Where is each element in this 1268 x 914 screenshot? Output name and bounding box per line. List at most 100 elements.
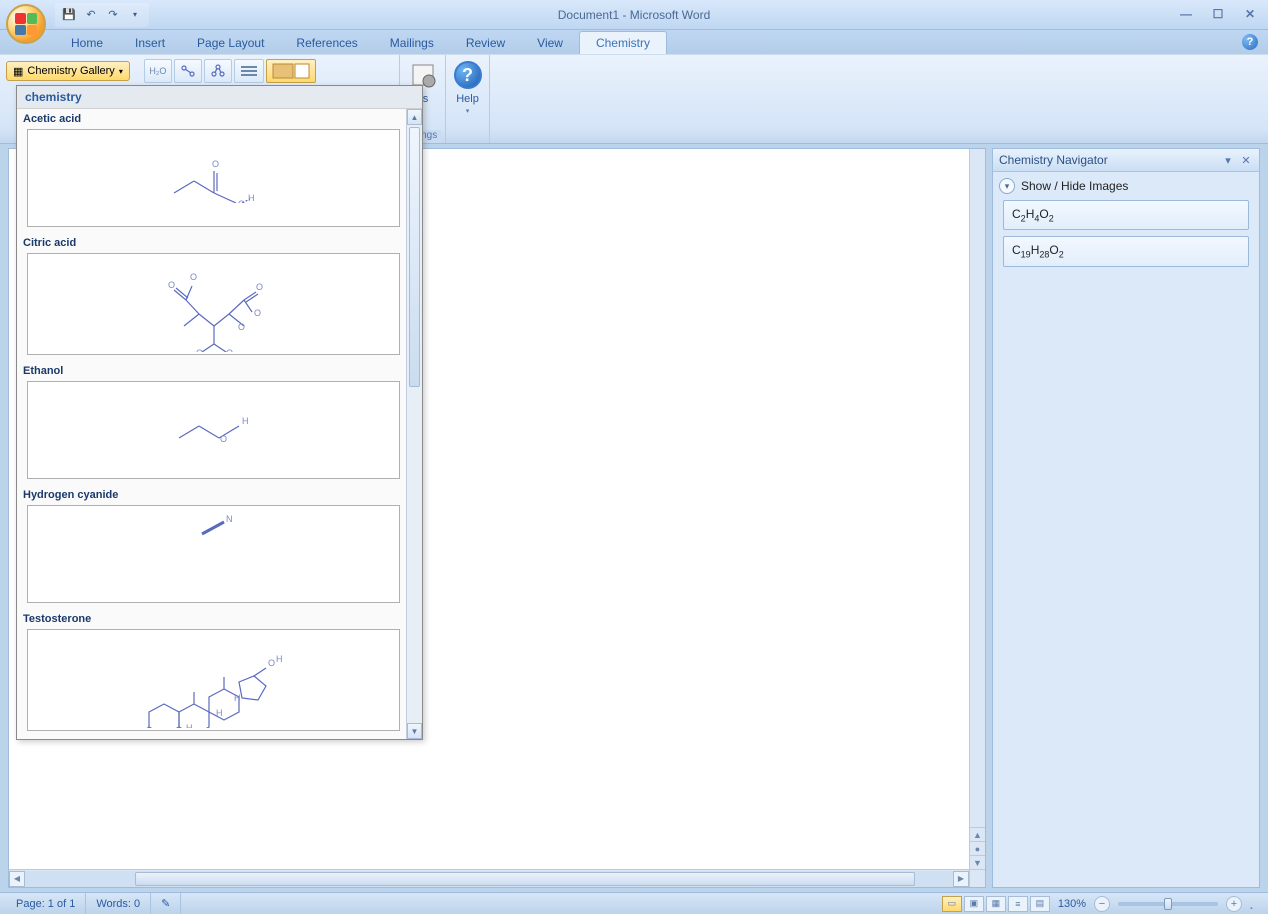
gallery-item-title: Testosterone xyxy=(17,609,406,627)
svg-text:O: O xyxy=(256,282,263,292)
scrollbar-thumb[interactable] xyxy=(409,127,420,387)
svg-text:O: O xyxy=(254,308,261,318)
close-button[interactable]: ✕ xyxy=(1238,6,1262,22)
tab-mailings[interactable]: Mailings xyxy=(374,32,450,54)
status-words[interactable]: Words: 0 xyxy=(86,893,151,914)
quick-access-toolbar: 💾 ↶ ↷ ▾ xyxy=(55,3,149,27)
scroll-down-icon[interactable]: ▼ xyxy=(407,723,422,739)
undo-icon[interactable]: ↶ xyxy=(81,5,101,25)
chevron-down-icon: ▾ xyxy=(466,107,470,115)
view-full-screen-icon[interactable]: ▣ xyxy=(964,896,984,912)
svg-text:O: O xyxy=(238,322,245,332)
zoom-slider-thumb[interactable] xyxy=(1164,898,1172,910)
svg-text:H: H xyxy=(216,708,223,718)
zoom-slider[interactable] xyxy=(1118,902,1218,906)
tab-chemistry[interactable]: Chemistry xyxy=(579,31,667,54)
resize-grip-icon[interactable]: ⡀ xyxy=(1244,897,1262,910)
expand-collapse-icon[interactable]: ▾ xyxy=(999,178,1015,194)
panel-menu-icon[interactable]: ▾ xyxy=(1221,153,1235,167)
status-page[interactable]: Page: 1 of 1 xyxy=(6,893,86,914)
office-button[interactable] xyxy=(6,4,46,44)
scroll-left-icon[interactable]: ◀ xyxy=(9,871,25,887)
h2o-icon[interactable]: H₂O xyxy=(144,59,172,83)
svg-text:N: N xyxy=(226,514,233,524)
navigator-header: Chemistry Navigator ▾ ✕ xyxy=(993,149,1259,172)
gallery-item-acetic-acid[interactable]: OOH xyxy=(27,129,400,227)
browse-object-icon[interactable]: ● xyxy=(970,841,985,855)
svg-text:H: H xyxy=(186,723,193,728)
tab-home[interactable]: Home xyxy=(55,32,119,54)
chemistry-gallery-button[interactable]: ▦ Chemistry Gallery ▾ xyxy=(6,61,130,81)
svg-text:O: O xyxy=(238,199,245,203)
help-icon[interactable]: ? xyxy=(1242,34,1258,50)
help-button[interactable]: ? Help ▾ xyxy=(444,57,492,117)
zoom-level[interactable]: 130% xyxy=(1058,898,1086,910)
panel-close-icon[interactable]: ✕ xyxy=(1239,153,1253,167)
maximize-button[interactable]: ☐ xyxy=(1206,6,1230,22)
window-title: Document1 - Microsoft Word xyxy=(558,8,711,22)
panel-icon[interactable] xyxy=(266,59,316,83)
titlebar: 💾 ↶ ↷ ▾ Document1 - Microsoft Word — ☐ ✕ xyxy=(0,0,1268,30)
svg-text:O: O xyxy=(220,434,227,444)
scroll-up-icon[interactable]: ▲ xyxy=(407,109,422,125)
save-icon[interactable]: 💾 xyxy=(59,5,79,25)
show-hide-images-row[interactable]: ▾ Show / Hide Images xyxy=(993,172,1259,200)
list-icon[interactable] xyxy=(234,59,264,83)
tab-view[interactable]: View xyxy=(521,32,579,54)
tab-review[interactable]: Review xyxy=(450,32,521,54)
redo-icon[interactable]: ↷ xyxy=(103,5,123,25)
view-outline-icon[interactable]: ≡ xyxy=(1008,896,1028,912)
zoom-in-button[interactable]: + xyxy=(1226,896,1242,912)
svg-text:H: H xyxy=(234,693,241,703)
navigator-formula-item[interactable]: C2H4O2 xyxy=(1003,200,1249,230)
gallery-item-hydrogen-cyanide[interactable]: N xyxy=(27,505,400,603)
next-page-icon[interactable]: ▼ xyxy=(970,855,985,869)
structure2-icon[interactable] xyxy=(204,59,232,83)
view-print-layout-icon[interactable]: ▭ xyxy=(942,896,962,912)
statusbar: Page: 1 of 1 Words: 0 ✎ ▭ ▣ ▦ ≡ ▤ 130% −… xyxy=(0,892,1268,914)
svg-text:O: O xyxy=(168,280,175,290)
window-controls: — ☐ ✕ xyxy=(1174,6,1262,22)
status-proofing-icon[interactable]: ✎ xyxy=(151,893,181,914)
svg-text:H: H xyxy=(242,416,249,426)
tab-references[interactable]: References xyxy=(280,32,373,54)
scroll-corner xyxy=(969,869,985,887)
gallery-list: Acetic acid OOH Citric acid xyxy=(17,109,406,739)
navigator-list: C2H4O2 C19H28O2 xyxy=(993,200,1259,267)
navigator-formula-item[interactable]: C19H28O2 xyxy=(1003,236,1249,266)
qat-customize-icon[interactable]: ▾ xyxy=(125,5,145,25)
svg-text:H: H xyxy=(276,654,283,664)
gallery-scrollbar[interactable]: ▲ ▼ xyxy=(406,109,422,739)
zoom-out-button[interactable]: − xyxy=(1094,896,1110,912)
gallery-item-ethanol[interactable]: OH xyxy=(27,381,400,479)
tab-page-layout[interactable]: Page Layout xyxy=(181,32,280,54)
gallery-item-title: Citric acid xyxy=(17,233,406,251)
gallery-item-citric-acid[interactable]: OO OO OO O xyxy=(27,253,400,355)
minimize-button[interactable]: — xyxy=(1174,6,1198,22)
horizontal-scrollbar[interactable]: ◀ ▶ xyxy=(9,869,969,887)
gallery-header: chemistry xyxy=(17,86,422,109)
view-draft-icon[interactable]: ▤ xyxy=(1030,896,1050,912)
tab-insert[interactable]: Insert xyxy=(119,32,181,54)
help-question-icon: ? xyxy=(454,61,482,89)
svg-text:O: O xyxy=(226,348,233,352)
gallery-item-title: Acetic acid xyxy=(17,109,406,127)
structure-icon[interactable] xyxy=(174,59,202,83)
svg-text:H: H xyxy=(248,193,255,203)
chemistry-navigator-panel: Chemistry Navigator ▾ ✕ ▾ Show / Hide Im… xyxy=(992,148,1260,888)
gallery-item-title: Hydrogen cyanide xyxy=(17,485,406,503)
gallery-icon: ▦ xyxy=(13,65,23,78)
chemistry-gallery-label: Chemistry Gallery xyxy=(27,65,114,77)
gallery-item-testosterone[interactable]: OH O HH H xyxy=(27,629,400,731)
view-web-layout-icon[interactable]: ▦ xyxy=(986,896,1006,912)
help-label: Help xyxy=(456,93,479,105)
gallery-item-title: Ethanol xyxy=(17,361,406,379)
chevron-down-icon: ▾ xyxy=(119,67,123,76)
scroll-right-icon[interactable]: ▶ xyxy=(953,871,969,887)
show-hide-images-label: Show / Hide Images xyxy=(1021,179,1128,193)
svg-text:O: O xyxy=(196,348,203,352)
prev-page-icon[interactable]: ▲ xyxy=(970,827,985,841)
vertical-scrollbar[interactable]: ▲ ● ▼ xyxy=(969,149,985,869)
svg-text:O: O xyxy=(268,658,275,668)
h-scrollbar-thumb[interactable] xyxy=(135,872,915,886)
